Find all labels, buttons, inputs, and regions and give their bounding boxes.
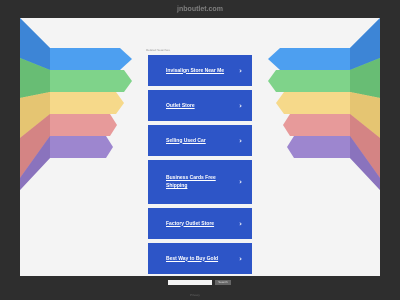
chevron-right-icon: ›: [239, 66, 242, 75]
link-label: Outlet Store: [166, 102, 195, 109]
link-label: Business Cards Free Shipping: [166, 175, 216, 189]
link-label: Best Way to Buy Gold: [166, 255, 219, 262]
search-input[interactable]: [168, 280, 212, 285]
link-label: Invisalign Store Near Me: [166, 67, 225, 74]
related-link[interactable]: Business Cards Free Shipping ›: [148, 160, 252, 204]
chevron-right-icon: ›: [239, 219, 242, 228]
related-link[interactable]: Best Way to Buy Gold ›: [148, 243, 252, 274]
footer: Search Privacy: [0, 276, 400, 300]
related-links-list: Invisalign Store Near Me › Outlet Store …: [148, 55, 252, 276]
right-decoration: [268, 18, 380, 190]
top-bar: jnboutlet.com: [0, 0, 400, 18]
related-link[interactable]: Selling Used Car ›: [148, 125, 252, 156]
content-frame: Related Searches Invisalign Store Near M…: [20, 18, 380, 276]
left-decoration: [20, 18, 132, 190]
link-label: Selling Used Car: [166, 137, 206, 144]
link-label: Factory Outlet Store: [166, 220, 215, 227]
related-link[interactable]: Outlet Store ›: [148, 90, 252, 121]
search-button[interactable]: Search: [215, 280, 231, 285]
related-link[interactable]: Factory Outlet Store ›: [148, 208, 252, 239]
chevron-right-icon: ›: [239, 178, 242, 186]
site-title: jnboutlet.com: [177, 5, 223, 13]
chevron-right-icon: ›: [239, 254, 242, 263]
chevron-right-icon: ›: [239, 136, 242, 145]
related-link[interactable]: Invisalign Store Near Me ›: [148, 55, 252, 86]
chevron-right-icon: ›: [239, 101, 242, 110]
related-searches-label: Related Searches: [146, 48, 170, 52]
privacy-link[interactable]: Privacy: [190, 293, 200, 297]
